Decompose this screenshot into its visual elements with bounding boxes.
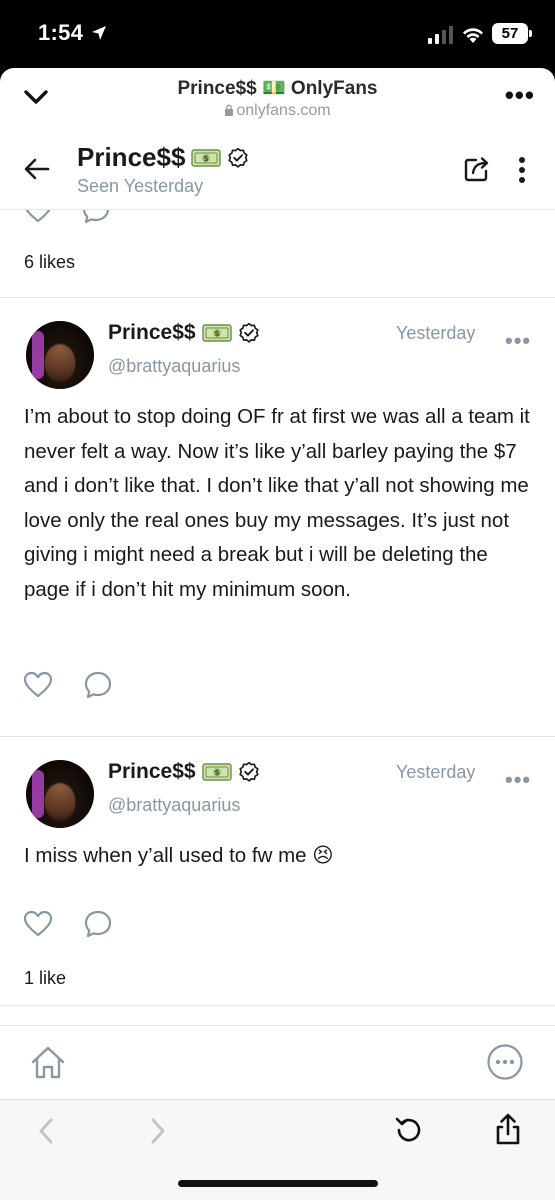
heart-icon[interactable] [22,908,54,940]
browser-back-icon[interactable] [36,1116,56,1146]
location-arrow-icon [92,26,106,40]
previous-post-actions [22,210,112,226]
heart-icon[interactable] [22,669,54,701]
post-author[interactable]: Prince$$ [108,321,260,345]
verified-badge-icon [238,322,260,344]
chat-name: Prince$$ [77,142,186,172]
verified-badge-icon [227,147,249,169]
comment-icon[interactable] [82,669,114,701]
post-text: I miss when y’all used to fw me 😣 [24,844,334,867]
post-time: Yesterday [396,762,476,782]
author-handle[interactable]: @brattyaquarius [108,356,240,377]
home-icon[interactable] [28,1043,68,1083]
more-options-icon[interactable]: ••• [505,82,535,108]
post-actions [22,908,114,940]
author-name: Prince$$ [108,321,196,344]
signal-bars-icon [428,26,453,44]
post-time: Yesterday [396,323,476,343]
url-text: onlyfans.com [236,102,331,119]
more-circle-icon[interactable] [486,1043,524,1081]
reload-icon[interactable] [393,1114,425,1146]
wifi-icon [463,28,483,43]
browser-sheet: Prince$$ 💵 OnlyFans onlyfans.com ••• Pri… [0,68,555,1200]
heart-icon[interactable] [22,210,54,226]
post-actions [22,669,114,701]
author-name: Prince$$ [108,760,196,783]
verified-badge-icon [238,761,260,783]
post-text: I’m about to stop doing OF fr at first w… [24,405,530,601]
lock-icon [225,104,234,116]
dollar-banknote-icon [202,762,232,782]
last-seen: Seen Yesterday [77,176,204,196]
avatar[interactable] [26,760,94,828]
dollar-banknote-icon [191,148,221,168]
status-bar: 1:54 57 [0,0,555,68]
comment-icon[interactable] [82,908,114,940]
post-likes[interactable]: 1 like [24,968,66,989]
chat-header: Prince$$ Seen Yesterday [0,132,555,210]
post-author[interactable]: Prince$$ [108,760,260,784]
browser-forward-icon[interactable] [148,1116,168,1146]
previous-post-likes[interactable]: 6 likes [24,252,75,273]
home-indicator [178,1180,378,1187]
browser-header: Prince$$ 💵 OnlyFans onlyfans.com ••• [0,68,555,132]
app-bottom-nav [0,1025,555,1099]
post-feed[interactable]: 6 likes Prince$$ @brattyaquarius Yesterd… [0,210,555,1025]
post: Prince$$ @brattyaquarius Yesterday ••• I… [0,298,555,736]
battery-icon: 57 [492,23,532,44]
share-icon[interactable] [462,154,492,184]
kebab-menu-icon[interactable] [512,154,532,186]
browser-toolbar [0,1099,555,1200]
avatar[interactable] [26,321,94,389]
url-display[interactable]: onlyfans.com [0,102,555,120]
post-more-icon[interactable]: ••• [505,769,531,791]
comment-icon[interactable] [80,210,112,226]
chat-title[interactable]: Prince$$ [77,142,249,173]
dollar-banknote-icon [202,323,232,343]
divider [0,1005,555,1006]
share-upload-icon[interactable] [493,1112,523,1146]
post-more-icon[interactable]: ••• [505,330,531,352]
back-arrow-icon[interactable] [22,154,52,184]
post: Prince$$ @brattyaquarius Yesterday ••• I… [0,737,555,1005]
status-time: 1:54 [38,20,84,45]
author-handle[interactable]: @brattyaquarius [108,795,240,816]
page-title: Prince$$ 💵 OnlyFans [177,78,378,99]
